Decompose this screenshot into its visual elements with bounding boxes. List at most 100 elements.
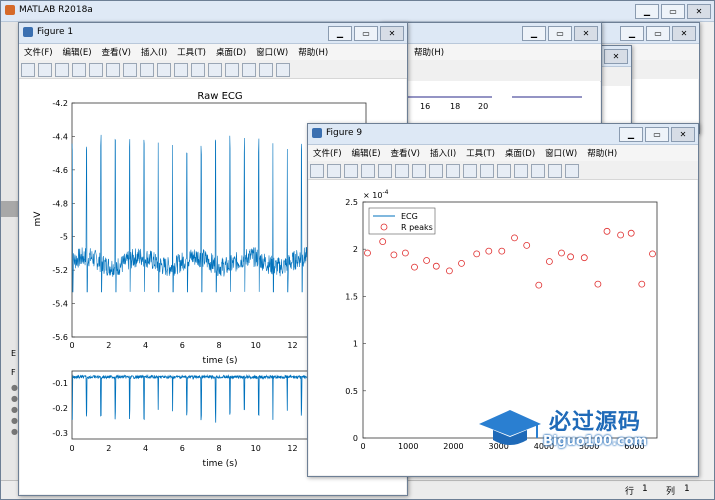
ecg-ytick-label: -5.6: [52, 333, 68, 342]
menu-view[interactable]: 查看(V): [97, 44, 136, 60]
lower-xtick-label: 8: [216, 444, 221, 453]
pointer-icon[interactable]: [89, 63, 103, 77]
minimize-button[interactable]: ▁: [635, 4, 659, 19]
ecg-xtick-label: 10: [251, 341, 261, 350]
close-button[interactable]: ✕: [380, 26, 404, 41]
menu-tools[interactable]: 工具(T): [461, 145, 500, 161]
hide-tools-icon[interactable]: [548, 164, 562, 178]
link-icon[interactable]: [497, 164, 511, 178]
menu-desktop[interactable]: 桌面(D): [211, 44, 251, 60]
menu-edit[interactable]: 编辑(E): [58, 44, 97, 60]
menu-window[interactable]: 窗口(W): [251, 44, 293, 60]
minimize-button[interactable]: ▁: [328, 26, 352, 41]
menu-help[interactable]: 帮助(H): [293, 44, 333, 60]
figure9-toolbar: [308, 161, 698, 180]
link-icon[interactable]: [208, 63, 222, 77]
figure9-canvas: × 10-4 2.5 2 1.5 1 0.5 0 0 1000 2000 3000 4000 5000…: [309, 180, 697, 475]
menu-view[interactable]: 查看(V): [386, 145, 425, 161]
lower-xlabel: time (s): [203, 459, 238, 469]
legend-icon[interactable]: [531, 164, 545, 178]
status-row-value: 1: [642, 484, 648, 494]
lower-xtick-label: 10: [251, 444, 261, 453]
y-exponent: × 10-4: [363, 189, 389, 200]
hide-tools-icon[interactable]: [259, 63, 273, 77]
rpeak-xtick-label: 0: [360, 442, 365, 451]
side-panel-f: F: [11, 368, 16, 377]
bg-axis: 16 18 20: [402, 96, 582, 111]
minimize-button[interactable]: ▁: [620, 26, 644, 41]
watermark-url: Biguo100.com: [543, 434, 648, 449]
legend-ecg-label: ECG: [401, 212, 418, 221]
bg-menu-help[interactable]: 帮助(H): [409, 44, 449, 60]
bg-tick-20: 20: [478, 102, 488, 111]
open-icon[interactable]: [38, 63, 52, 77]
dock-icon[interactable]: [276, 63, 290, 77]
zoom-out-icon[interactable]: [123, 63, 137, 77]
ecg-xtick-label: 0: [69, 341, 74, 350]
rotate-icon[interactable]: [446, 164, 460, 178]
pointer-icon[interactable]: [378, 164, 392, 178]
close-button[interactable]: ✕: [687, 4, 711, 19]
menu-file[interactable]: 文件(F): [308, 145, 347, 161]
print-icon[interactable]: [361, 164, 375, 178]
data-cursor-icon[interactable]: [463, 164, 477, 178]
maximize-button[interactable]: ▭: [646, 26, 670, 41]
maximize-button[interactable]: ▭: [661, 4, 685, 19]
menu-file[interactable]: 文件(F): [19, 44, 58, 60]
lower-xtick-label: 12: [287, 444, 297, 453]
colorbar-icon[interactable]: [514, 164, 528, 178]
dock-icon[interactable]: [565, 164, 579, 178]
close-button[interactable]: ✕: [574, 26, 598, 41]
menu-insert[interactable]: 插入(I): [136, 44, 172, 60]
maximize-button[interactable]: ▭: [548, 26, 572, 41]
print-icon[interactable]: [72, 63, 86, 77]
ecg-ytick-label: -4.2: [52, 99, 68, 108]
menu-desktop[interactable]: 桌面(D): [500, 145, 540, 161]
lower-xtick-label: 0: [69, 444, 74, 453]
minimize-button[interactable]: ▁: [619, 127, 643, 142]
new-figure-icon[interactable]: [310, 164, 324, 178]
menu-edit[interactable]: 编辑(E): [347, 145, 386, 161]
figure1-menubar: 文件(F) 编辑(E) 查看(V) 插入(I) 工具(T) 桌面(D) 窗口(W) 帮助(H): [19, 44, 407, 60]
open-icon[interactable]: [327, 164, 341, 178]
side-panel-e: E: [11, 349, 17, 358]
bg-tick-16: 16: [420, 102, 430, 111]
colorbar-icon[interactable]: [225, 63, 239, 77]
ecg-ytick-label: -5.2: [52, 266, 68, 275]
menu-tools[interactable]: 工具(T): [172, 44, 211, 60]
minimize-button[interactable]: ▁: [522, 26, 546, 41]
pan-icon[interactable]: [429, 164, 443, 178]
ecg-ytick-label: -4.8: [52, 199, 68, 208]
menu-window[interactable]: 窗口(W): [540, 145, 582, 161]
data-cursor-icon[interactable]: [174, 63, 188, 77]
rpeak-xtick-label: 1000: [398, 442, 418, 451]
status-col-value: 1: [684, 484, 690, 494]
figure9-title: Figure 9: [326, 128, 363, 138]
maximize-button[interactable]: ▭: [645, 127, 669, 142]
rpeak-ytick-label: 1.5: [345, 292, 358, 301]
zoom-in-icon[interactable]: [106, 63, 120, 77]
rpeak-ytick-label: 0: [353, 434, 358, 443]
ecg-ylabel: mV: [33, 211, 43, 227]
brush-icon[interactable]: [191, 63, 205, 77]
close-button[interactable]: ✕: [671, 127, 695, 142]
zoom-out-icon[interactable]: [412, 164, 426, 178]
new-figure-icon[interactable]: [21, 63, 35, 77]
lower-xtick-label: 2: [106, 444, 111, 453]
close-button[interactable]: ✕: [672, 26, 696, 41]
close-button[interactable]: ✕: [604, 49, 628, 64]
rotate-icon[interactable]: [157, 63, 171, 77]
menu-help[interactable]: 帮助(H): [582, 145, 622, 161]
pan-icon[interactable]: [140, 63, 154, 77]
maximize-button[interactable]: ▭: [354, 26, 378, 41]
lower-ytick-label: -0.3: [52, 429, 68, 438]
save-icon[interactable]: [55, 63, 69, 77]
status-col-label: 列: [666, 487, 676, 497]
brush-icon[interactable]: [480, 164, 494, 178]
zoom-in-icon[interactable]: [395, 164, 409, 178]
save-icon[interactable]: [344, 164, 358, 178]
menu-insert[interactable]: 插入(I): [425, 145, 461, 161]
lower-ytick-label: -0.1: [52, 379, 68, 388]
legend-icon[interactable]: [242, 63, 256, 77]
rpeak-ytick-label: 2.5: [345, 198, 358, 207]
